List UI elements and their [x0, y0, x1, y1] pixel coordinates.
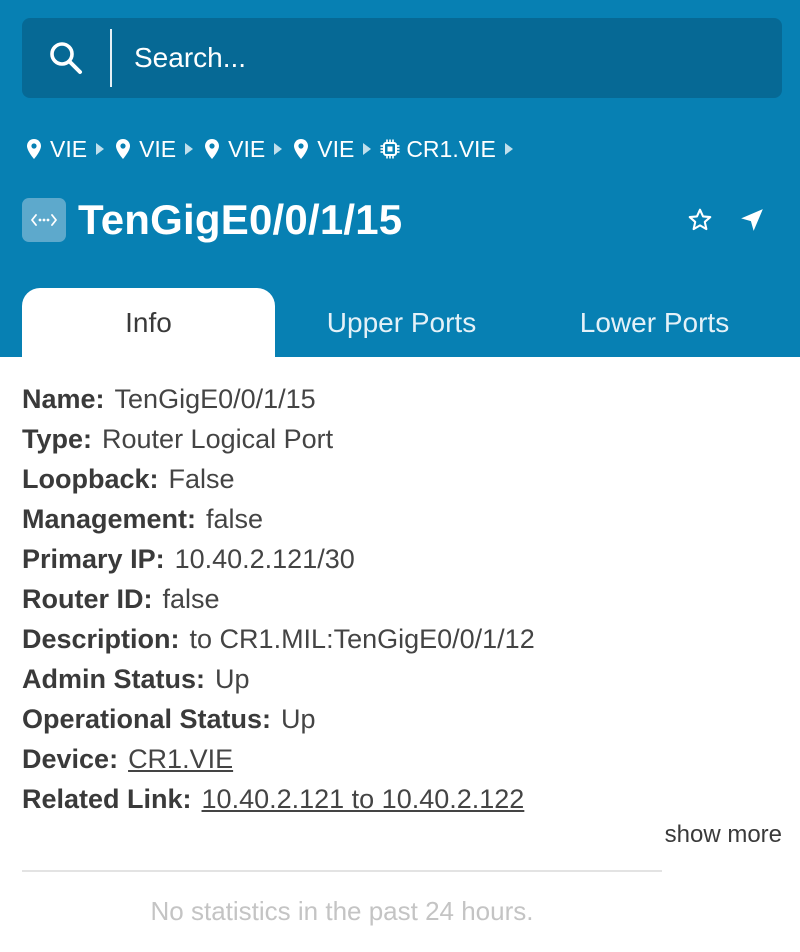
search-input[interactable]: [132, 27, 762, 89]
location-pin-icon: [202, 137, 222, 161]
location-pin-icon: [24, 137, 44, 161]
field-admin-status: Admin Status: Up: [22, 659, 778, 699]
field-management: Management: false: [22, 499, 778, 539]
chevron-right-icon: [265, 142, 291, 156]
field-value: 10.40.2.121/30: [174, 544, 355, 574]
field-label: Name:: [22, 384, 105, 414]
chevron-right-icon: [496, 142, 522, 156]
navigate-arrow-icon[interactable]: [732, 200, 772, 240]
search-bar[interactable]: [22, 18, 782, 98]
breadcrumb-item-site-2[interactable]: VIE: [113, 136, 176, 163]
field-related-link: Related Link: 10.40.2.121 to 10.40.2.122: [22, 779, 778, 819]
field-label: Router ID:: [22, 584, 153, 614]
field-label: Related Link:: [22, 784, 192, 814]
field-description: Description: to CR1.MIL:TenGigE0/0/1/12: [22, 619, 778, 659]
device-link[interactable]: CR1.VIE: [128, 744, 233, 774]
field-primary-ip: Primary IP: 10.40.2.121/30: [22, 539, 778, 579]
breadcrumb-label: VIE: [139, 135, 177, 162]
field-value: Router Logical Port: [102, 424, 334, 454]
breadcrumb-item-site-1[interactable]: VIE: [24, 136, 87, 163]
field-label: Description:: [22, 624, 180, 654]
no-statistics-message: No statistics in the past 24 hours.: [150, 896, 534, 926]
star-icon[interactable]: [680, 200, 720, 240]
breadcrumb-item-site-3[interactable]: VIE: [202, 136, 265, 163]
related-link[interactable]: 10.40.2.121 to 10.40.2.122: [202, 784, 525, 814]
field-router-id: Router ID: false: [22, 579, 778, 619]
breadcrumb-label: VIE: [317, 135, 355, 162]
field-label: Management:: [22, 504, 197, 534]
search-divider: [110, 29, 112, 87]
field-value: false: [206, 504, 264, 534]
breadcrumb-label: CR1.VIE: [406, 135, 496, 162]
field-value: TenGigE0/0/1/15: [114, 384, 316, 414]
search-icon[interactable]: [22, 18, 110, 98]
field-device: Device: CR1.VIE: [22, 739, 778, 779]
breadcrumb-item-site-4[interactable]: VIE: [291, 136, 354, 163]
field-label: Device:: [22, 744, 119, 774]
field-label: Type:: [22, 424, 93, 454]
tab-upper-ports[interactable]: Upper Ports: [275, 288, 528, 357]
panel-header: VIE VIE VIE VIE: [0, 0, 800, 357]
field-name: Name: TenGigE0/0/1/15: [22, 379, 778, 419]
field-operational-status: Operational Status: Up: [22, 699, 778, 739]
chip-icon: [380, 137, 400, 161]
chevron-right-icon: [354, 142, 380, 156]
field-value: to CR1.MIL:TenGigE0/0/1/12: [189, 624, 535, 654]
field-label: Admin Status:: [22, 664, 206, 694]
divider: [22, 870, 662, 872]
tab-info[interactable]: Info: [22, 288, 275, 357]
title-actions: [668, 200, 772, 240]
field-label: Operational Status:: [22, 704, 272, 734]
breadcrumb-label: VIE: [228, 135, 266, 162]
breadcrumb: VIE VIE VIE VIE CR1.VIE: [24, 133, 522, 165]
tab-bar: Info Upper Ports Lower Ports: [22, 288, 800, 357]
show-more-link[interactable]: show more: [665, 821, 782, 849]
chevron-right-icon: [87, 142, 113, 156]
field-label: Loopback:: [22, 464, 159, 494]
page-title: TenGigE0/0/1/15: [78, 196, 403, 243]
title-row: TenGigE0/0/1/15: [22, 192, 782, 248]
field-loopback: Loopback: False: [22, 459, 778, 499]
breadcrumb-label: VIE: [50, 135, 88, 162]
field-value: Up: [215, 664, 250, 694]
field-type: Type: Router Logical Port: [22, 419, 778, 459]
location-pin-icon: [291, 137, 311, 161]
field-label: Primary IP:: [22, 544, 165, 574]
field-value: false: [162, 584, 220, 614]
chevron-right-icon: [176, 142, 202, 156]
breadcrumb-item-device[interactable]: CR1.VIE: [380, 135, 496, 163]
info-panel: Name: TenGigE0/0/1/15 Type: Router Logical…: [0, 357, 800, 819]
tab-lower-ports[interactable]: Lower Ports: [528, 288, 781, 357]
field-value: False: [168, 464, 235, 494]
port-icon: [22, 198, 66, 242]
location-pin-icon: [113, 137, 133, 161]
field-value: Up: [281, 704, 316, 734]
